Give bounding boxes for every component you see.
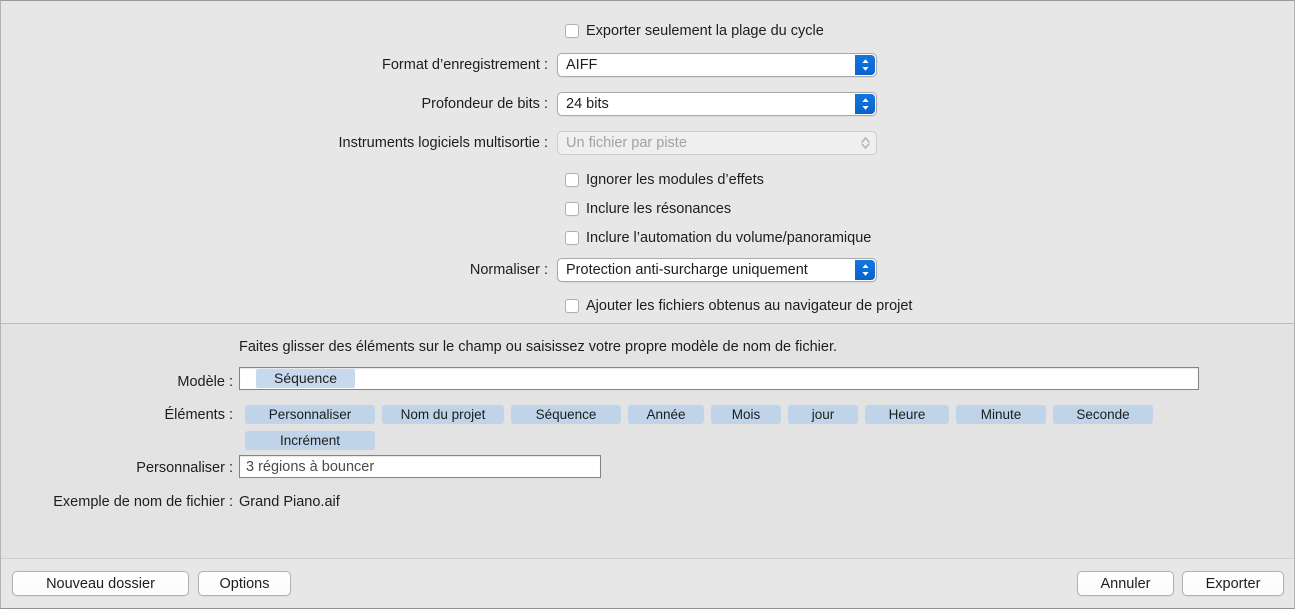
element-token[interactable]: Incrément bbox=[245, 431, 375, 450]
normalize-value: Protection anti-surcharge uniquement bbox=[558, 262, 808, 278]
file-format-label: Format d’enregistrement : bbox=[1, 57, 557, 73]
pattern-token-sequence[interactable]: Séquence bbox=[256, 369, 355, 388]
bounce-export-dialog: Exporter seulement la plage du cycle For… bbox=[0, 0, 1295, 609]
bypass-effect-plugins-label: Ignorer les modules d’effets bbox=[586, 172, 764, 188]
bypass-effect-plugins-checkbox-row[interactable]: Ignorer les modules d’effets bbox=[565, 170, 764, 190]
element-token[interactable]: Personnaliser bbox=[245, 405, 375, 424]
element-token[interactable]: Heure bbox=[865, 405, 949, 424]
export-cycle-range-checkbox-row[interactable]: Exporter seulement la plage du cycle bbox=[565, 21, 824, 41]
element-token-list: Personnaliser Nom du projet Séquence Ann… bbox=[245, 405, 1195, 450]
normalize-row: Normaliser : Protection anti-surcharge u… bbox=[1, 259, 1295, 281]
add-to-project-browser-checkbox[interactable] bbox=[565, 299, 579, 313]
element-token[interactable]: Année bbox=[628, 405, 704, 424]
pattern-label: Modèle : bbox=[1, 375, 233, 390]
bit-depth-select[interactable]: 24 bits bbox=[557, 92, 877, 116]
file-format-value: AIFF bbox=[558, 57, 597, 73]
element-token[interactable]: Minute bbox=[956, 405, 1046, 424]
element-token[interactable]: Séquence bbox=[511, 405, 621, 424]
example-filename-value: Grand Piano.aif bbox=[239, 495, 340, 510]
chevron-up-down-icon[interactable] bbox=[855, 94, 875, 114]
export-cycle-range-label: Exporter seulement la plage du cycle bbox=[586, 23, 824, 39]
export-cycle-range-checkbox[interactable] bbox=[565, 24, 579, 38]
include-tails-checkbox-row[interactable]: Inclure les résonances bbox=[565, 199, 731, 219]
normalize-select[interactable]: Protection anti-surcharge uniquement bbox=[557, 258, 877, 282]
element-token[interactable]: jour bbox=[788, 405, 858, 424]
bit-depth-label: Profondeur de bits : bbox=[1, 96, 557, 112]
add-to-project-browser-label: Ajouter les fichiers obtenus au navigate… bbox=[586, 298, 912, 314]
bit-depth-row: Profondeur de bits : 24 bits bbox=[1, 93, 1295, 115]
add-to-project-browser-checkbox-row[interactable]: Ajouter les fichiers obtenus au navigate… bbox=[565, 296, 912, 316]
dialog-footer: Nouveau dossier Options Annuler Exporter bbox=[1, 559, 1294, 608]
chevron-up-down-icon[interactable] bbox=[855, 260, 875, 280]
multi-output-value: Un fichier par piste bbox=[558, 135, 687, 151]
chevron-up-down-icon[interactable] bbox=[855, 55, 875, 75]
include-tails-checkbox[interactable] bbox=[565, 202, 579, 216]
cancel-button[interactable]: Annuler bbox=[1077, 571, 1174, 596]
custom-text-value: 3 régions à bouncer bbox=[243, 459, 374, 475]
elements-label: Éléments : bbox=[1, 408, 233, 423]
include-volume-pan-automation-label: Inclure l’automation du volume/panoramiq… bbox=[586, 230, 871, 246]
custom-text-label: Personnaliser : bbox=[1, 461, 233, 476]
multi-output-label: Instruments logiciels multisortie : bbox=[1, 135, 557, 151]
new-folder-button[interactable]: Nouveau dossier bbox=[12, 571, 189, 596]
pattern-field[interactable]: Séquence bbox=[239, 367, 1199, 390]
multi-output-row: Instruments logiciels multisortie : Un f… bbox=[1, 132, 1295, 154]
custom-text-field[interactable]: 3 régions à bouncer bbox=[239, 455, 601, 478]
multi-output-select: Un fichier par piste bbox=[557, 131, 877, 155]
element-token[interactable]: Mois bbox=[711, 405, 781, 424]
example-filename-label: Exemple de nom de fichier : bbox=[1, 495, 233, 510]
export-button[interactable]: Exporter bbox=[1182, 571, 1284, 596]
chevron-up-down-icon bbox=[855, 133, 875, 153]
bypass-effect-plugins-checkbox[interactable] bbox=[565, 173, 579, 187]
element-token[interactable]: Nom du projet bbox=[382, 405, 504, 424]
include-volume-pan-automation-checkbox-row[interactable]: Inclure l’automation du volume/panoramiq… bbox=[565, 228, 871, 248]
export-settings-section: Exporter seulement la plage du cycle For… bbox=[1, 1, 1294, 323]
options-button[interactable]: Options bbox=[198, 571, 291, 596]
include-tails-label: Inclure les résonances bbox=[586, 201, 731, 217]
file-format-row: Format d’enregistrement : AIFF bbox=[1, 54, 1295, 76]
bit-depth-value: 24 bits bbox=[558, 96, 609, 112]
file-format-select[interactable]: AIFF bbox=[557, 53, 877, 77]
include-volume-pan-automation-checkbox[interactable] bbox=[565, 231, 579, 245]
naming-hint-text: Faites glisser des éléments sur le champ… bbox=[239, 340, 837, 355]
normalize-label: Normaliser : bbox=[1, 262, 557, 278]
element-token[interactable]: Seconde bbox=[1053, 405, 1153, 424]
